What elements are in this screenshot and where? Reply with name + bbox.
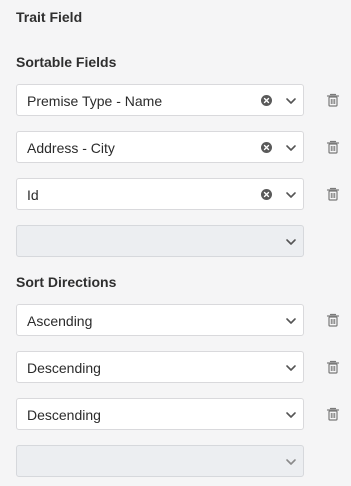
clear-circle-icon[interactable] bbox=[261, 95, 272, 106]
sort-direction-value: Descending bbox=[27, 360, 101, 376]
sort-direction-select[interactable]: Descending bbox=[16, 398, 304, 430]
sortable-field-row: Address - City bbox=[16, 131, 351, 163]
sortable-field-select-empty[interactable] bbox=[16, 225, 304, 257]
clear-circle-icon[interactable] bbox=[261, 142, 272, 153]
chevron-down-icon[interactable] bbox=[285, 409, 297, 421]
sort-direction-select[interactable]: Descending bbox=[16, 351, 304, 383]
sortable-fields-heading: Sortable Fields bbox=[16, 54, 117, 70]
sort-direction-select[interactable]: Ascending bbox=[16, 304, 304, 336]
trait-field-heading: Trait Field bbox=[16, 9, 83, 25]
sort-direction-select-empty[interactable] bbox=[16, 445, 304, 477]
sortable-field-value: Premise Type - Name bbox=[27, 93, 163, 109]
sortable-field-row: Id bbox=[16, 178, 351, 210]
sortable-field-row: Premise Type - Name bbox=[16, 84, 351, 116]
sortable-field-select[interactable]: Id bbox=[16, 178, 304, 210]
sort-direction-value: Descending bbox=[27, 407, 101, 423]
sortable-field-row-empty bbox=[16, 225, 351, 257]
sort-direction-value: Ascending bbox=[27, 313, 93, 329]
sort-direction-row: Descending bbox=[16, 398, 351, 430]
trash-icon[interactable] bbox=[326, 407, 340, 421]
trash-icon[interactable] bbox=[326, 360, 340, 374]
sort-direction-row-empty bbox=[16, 445, 351, 477]
trash-icon[interactable] bbox=[326, 313, 340, 327]
sortable-field-select[interactable]: Premise Type - Name bbox=[16, 84, 304, 116]
clear-circle-icon[interactable] bbox=[261, 189, 272, 200]
sort-direction-row: Ascending bbox=[16, 304, 351, 336]
trash-icon[interactable] bbox=[326, 187, 340, 201]
chevron-down-icon[interactable] bbox=[285, 95, 297, 107]
trash-icon[interactable] bbox=[326, 93, 340, 107]
sortable-field-value: Address - City bbox=[27, 140, 115, 156]
sort-direction-row: Descending bbox=[16, 351, 351, 383]
sort-directions-heading: Sort Directions bbox=[16, 274, 117, 290]
chevron-down-icon[interactable] bbox=[285, 362, 297, 374]
chevron-down-icon[interactable] bbox=[285, 142, 297, 154]
chevron-down-icon[interactable] bbox=[285, 189, 297, 201]
chevron-down-icon[interactable] bbox=[285, 236, 297, 248]
trash-icon[interactable] bbox=[326, 140, 340, 154]
chevron-down-icon[interactable] bbox=[285, 315, 297, 327]
chevron-down-icon[interactable] bbox=[285, 456, 297, 468]
sortable-field-value: Id bbox=[27, 187, 39, 203]
sortable-field-select[interactable]: Address - City bbox=[16, 131, 304, 163]
